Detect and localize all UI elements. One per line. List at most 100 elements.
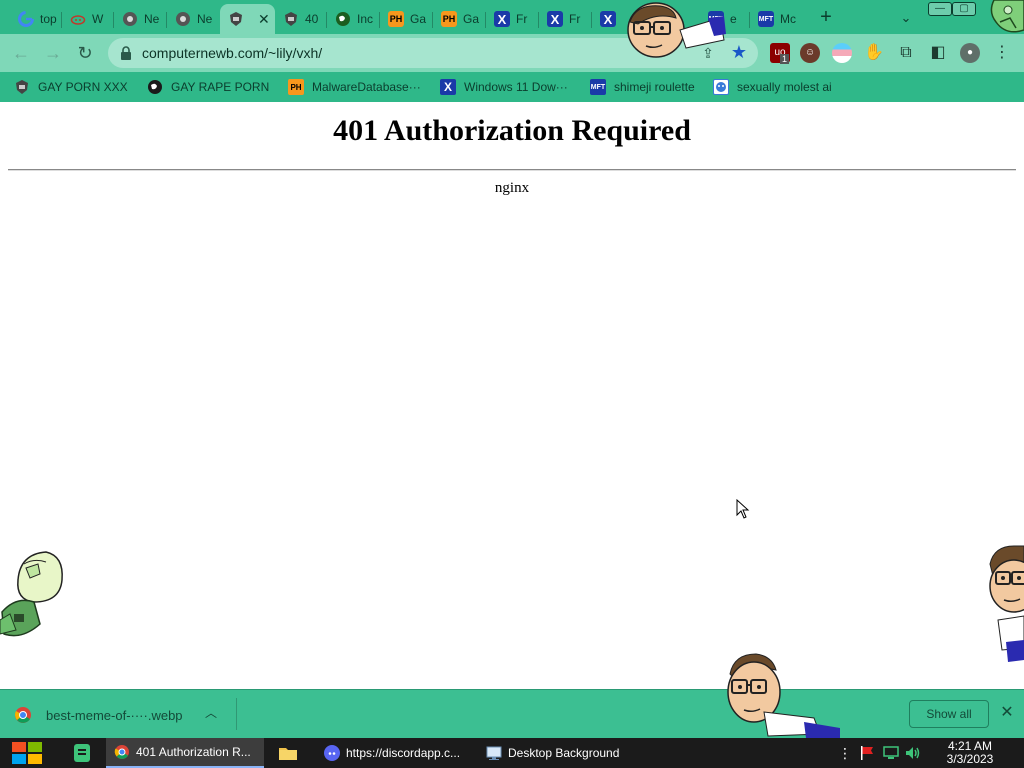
monitor-icon xyxy=(486,745,502,761)
puzzle-icon[interactable]: ⧉ xyxy=(896,43,916,63)
bookmark-item[interactable]: GAY RAPE PORN xyxy=(147,77,269,97)
bookmark-label: shimeji roulette xyxy=(614,80,695,94)
x-icon: X xyxy=(600,11,616,27)
download-filename: best-meme-of-····.webp xyxy=(46,707,183,723)
taskbar: 401 Authorization R... https://discordap… xyxy=(0,738,1024,768)
tab-title: Ga xyxy=(410,12,427,26)
tab-6[interactable]: Inc xyxy=(327,4,380,34)
page-title: 401 Authorization Required xyxy=(333,114,691,147)
bookmark-item[interactable]: sexually molest ai xyxy=(713,77,832,97)
ph-icon: PH xyxy=(288,79,304,95)
bookmark-item[interactable]: GAY PORN XXX xyxy=(14,77,128,97)
divider xyxy=(8,169,1016,171)
tab-5[interactable]: 40 xyxy=(275,4,327,34)
avatar-extension-icon[interactable]: ☺ xyxy=(800,43,820,63)
volume-icon[interactable] xyxy=(904,744,922,762)
system-clock[interactable]: 4:21 AM 3/3/2023 xyxy=(940,740,1000,766)
tab-search-button[interactable]: ⌄ xyxy=(894,6,918,30)
shield-icon xyxy=(283,11,299,27)
chevron-up-icon[interactable]: ︿ xyxy=(205,704,217,721)
tab-3[interactable]: Ne xyxy=(167,4,220,34)
tab-title: top xyxy=(40,12,57,26)
windows-start-icon[interactable] xyxy=(10,741,44,765)
tab-0[interactable]: top xyxy=(10,4,62,34)
shimeji-character-right[interactable] xyxy=(984,544,1024,664)
chrome-icon xyxy=(114,744,130,760)
bookmark-label: GAY RAPE PORN xyxy=(171,80,270,94)
tab-title: Mc xyxy=(780,12,796,26)
clock-date: 3/3/2023 xyxy=(946,752,994,766)
extension-badge: 1 xyxy=(780,54,790,64)
bookmark-label: GAY PORN XXX xyxy=(38,80,128,94)
profile-icon[interactable]: ● xyxy=(960,43,980,63)
new-tab-button[interactable]: + xyxy=(814,6,838,30)
mft-icon: MFT xyxy=(590,79,606,95)
bookmark-item[interactable]: MFT shimeji roulette xyxy=(590,77,695,97)
tab-9[interactable]: X Fr xyxy=(486,4,539,34)
minimize-icon[interactable]: — xyxy=(928,2,952,16)
tray-overflow-icon[interactable]: ⋮ xyxy=(836,744,854,762)
x-icon: X xyxy=(547,11,563,27)
tab-close-icon[interactable]: ✕ xyxy=(258,11,270,28)
folder-icon[interactable] xyxy=(276,741,300,765)
tab-10[interactable]: X Fr xyxy=(539,4,592,34)
tab-2[interactable]: Ne xyxy=(114,4,167,34)
bookmarks-bar: GAY PORN XXX GAY RAPE PORN PH MalwareDat… xyxy=(0,72,1024,102)
side-panel-icon[interactable]: ◧ xyxy=(928,43,948,63)
chrome-icon xyxy=(175,11,191,27)
back-icon[interactable]: ← xyxy=(8,40,34,66)
bookmark-label: Windows 11 Dow··· xyxy=(464,80,568,94)
hand-extension-icon[interactable]: ✋ xyxy=(864,43,884,63)
shield-icon xyxy=(228,11,244,27)
show-all-button[interactable]: Show all xyxy=(909,700,989,728)
bookmark-star-icon[interactable]: ★ xyxy=(728,41,750,63)
menu-icon[interactable]: ⋮ xyxy=(992,43,1012,63)
chrome-icon xyxy=(14,706,32,724)
shimeji-gem-creature-top[interactable] xyxy=(986,0,1024,36)
bookmark-item[interactable]: X Windows 11 Dow··· xyxy=(440,77,568,97)
page-content: 401 Authorization Required nginx xyxy=(0,102,1024,689)
shimeji-character-bottom[interactable] xyxy=(724,652,844,738)
x-icon: X xyxy=(440,79,456,95)
tab-title: Ne xyxy=(144,12,160,26)
google-icon xyxy=(18,11,34,27)
task-label: https://discordapp.c... xyxy=(346,746,461,760)
tab-strip: top W Ne Ne ✕ 40 Inc PH Ga PH Ga X Fr X … xyxy=(0,0,1024,34)
flag-extension-icon[interactable] xyxy=(832,43,852,63)
reload-icon[interactable]: ↻ xyxy=(72,40,98,66)
download-item[interactable]: best-meme-of-····.webp xyxy=(14,704,183,726)
forward-icon[interactable]: → xyxy=(40,40,66,66)
ph-icon: PH xyxy=(388,11,404,27)
taskbar-task-chrome[interactable]: 401 Authorization R... xyxy=(106,738,264,768)
ph-icon: PH xyxy=(441,11,457,27)
tab-active[interactable]: ✕ xyxy=(220,4,275,34)
tab-title: Ne xyxy=(197,12,213,26)
tab-8[interactable]: PH Ga xyxy=(433,4,486,34)
shimeji-character-top[interactable] xyxy=(616,0,728,62)
bookmark-label: MalwareDatabase··· xyxy=(312,80,421,94)
lock-icon[interactable] xyxy=(118,45,134,61)
face-icon xyxy=(713,79,729,95)
taskbar-task-desktop-background[interactable]: Desktop Background xyxy=(478,738,638,768)
tab-13[interactable]: MFT Mc xyxy=(750,4,803,34)
app-green-icon[interactable] xyxy=(70,741,94,765)
shimeji-character-left[interactable] xyxy=(0,550,66,642)
close-download-shelf-button[interactable]: ✕ xyxy=(996,702,1018,724)
taskbar-task-discord[interactable]: https://discordapp.c... xyxy=(316,738,470,768)
server-signature: nginx xyxy=(494,180,530,196)
tab-title: Fr xyxy=(516,12,528,26)
bookmark-item[interactable]: PH MalwareDatabase··· xyxy=(288,77,421,97)
network-icon[interactable] xyxy=(882,744,900,762)
maximize-icon[interactable]: ▢ xyxy=(952,2,976,16)
tab-1[interactable]: W xyxy=(62,4,114,34)
tab-title: e xyxy=(730,12,737,26)
browser-toolbar: ← → ↻ computernewb.com/~lily/vxh/ ⇪ ★ uo… xyxy=(0,34,1024,72)
chrome-icon xyxy=(122,11,138,27)
action-center-flag-icon[interactable] xyxy=(858,744,876,762)
url-text: computernewb.com/~lily/vxh/ xyxy=(142,45,323,61)
tab-7[interactable]: PH Ga xyxy=(380,4,433,34)
task-label: Desktop Background xyxy=(508,746,620,760)
globe-icon xyxy=(335,11,351,27)
tab-title: Fr xyxy=(569,12,581,26)
screen: top W Ne Ne ✕ 40 Inc PH Ga PH Ga X Fr X … xyxy=(0,0,1024,768)
